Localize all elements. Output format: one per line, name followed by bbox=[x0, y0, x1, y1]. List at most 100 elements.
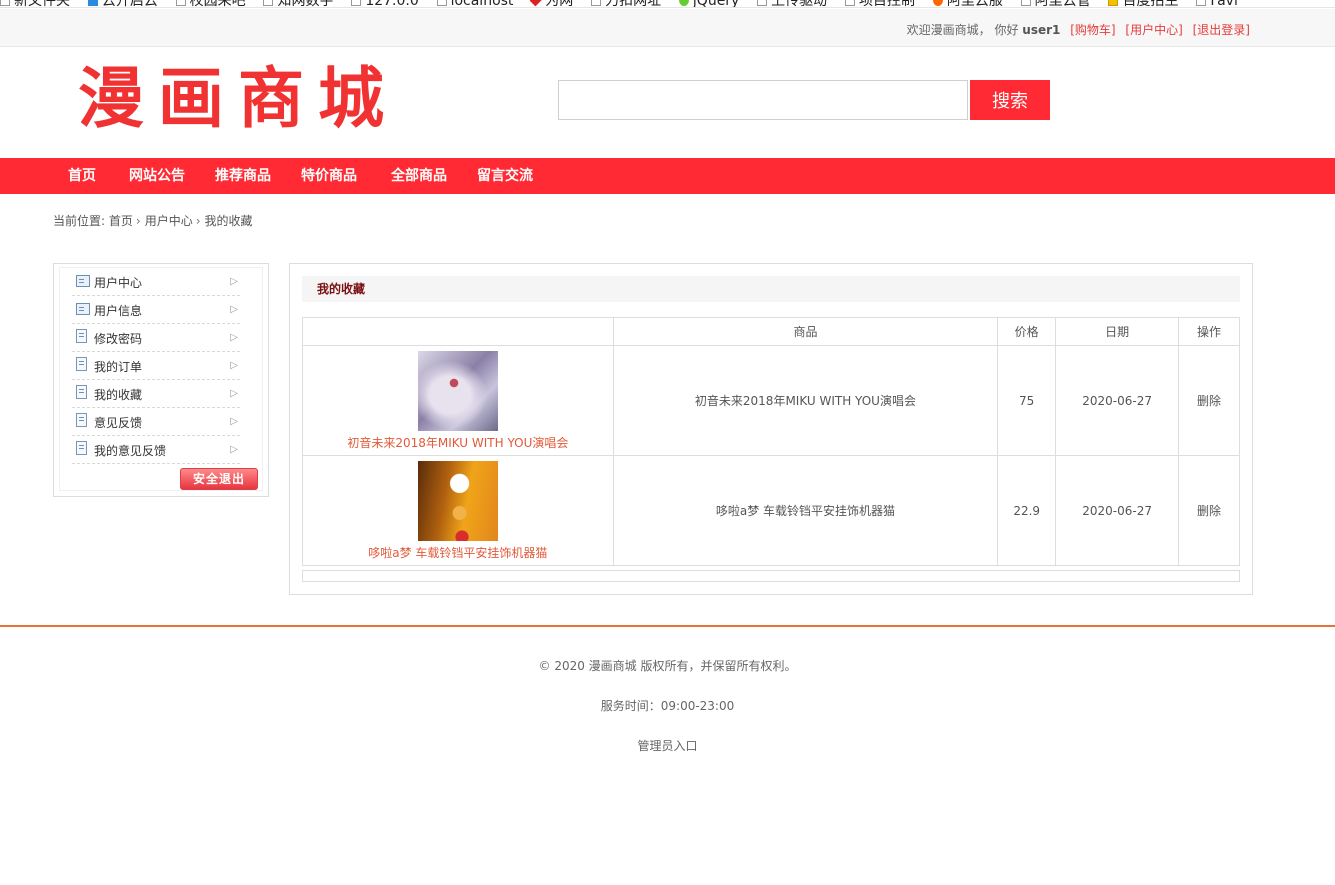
bookmarks-bar: 新文件夹 云开启云 校园采吧 知网数字 127.0.0 localhost 为网… bbox=[0, 0, 1335, 8]
jquery-icon bbox=[678, 0, 689, 6]
sidebar-item-label: 我的意见反馈 bbox=[94, 444, 167, 458]
bookmark[interactable]: jQuery bbox=[678, 0, 739, 7]
service-hours-text: 服务时间：09:00-23:00 bbox=[600, 699, 735, 713]
page-icon bbox=[263, 0, 274, 6]
page-icon bbox=[1196, 0, 1207, 6]
sidebar-item-label: 我的订单 bbox=[94, 360, 143, 374]
delete-button[interactable]: 删除 bbox=[1178, 345, 1240, 456]
welcome-text: 欢迎漫画商城， bbox=[906, 23, 991, 37]
bookmark[interactable]: localhost bbox=[436, 0, 513, 7]
table-header-row: 商品 价格 日期 操作 bbox=[302, 317, 1240, 346]
bookmark[interactable]: 新文件夹 bbox=[0, 0, 70, 7]
product-thumbnail[interactable] bbox=[417, 460, 498, 541]
footer-divider bbox=[0, 625, 1335, 627]
table-pagination-bar bbox=[302, 570, 1240, 582]
id-card-icon bbox=[76, 303, 90, 315]
chevron-right-icon: ▷ bbox=[230, 360, 238, 371]
sidebar-item-user-center[interactable]: 用户中心 ▷ bbox=[72, 268, 240, 296]
breadcrumb-user-center[interactable]: 用户中心 bbox=[145, 214, 193, 228]
sidebar-menu: 用户中心 ▷ 用户信息 ▷ 修改密码 ▷ 我的订单 ▷ 我的收藏 ▷ 意见反馈 … bbox=[59, 267, 263, 491]
top-info-bar: 欢迎漫画商城， 你好 user1 [购物车] [用户中心] [退出登录] bbox=[0, 9, 1335, 47]
chevron-right-icon: ▷ bbox=[230, 304, 238, 315]
sidebar-item-user-info[interactable]: 用户信息 ▷ bbox=[72, 296, 240, 324]
bookmark[interactable]: 上传驱动 bbox=[757, 0, 827, 7]
document-icon bbox=[76, 357, 87, 371]
breadcrumb-current: 我的收藏 bbox=[204, 214, 253, 228]
product-name: 初音未来2018年MIKU WITH YOU演唱会 bbox=[612, 345, 999, 456]
cloud-icon bbox=[87, 0, 98, 6]
nav-item-messages[interactable]: 留言交流 bbox=[477, 158, 533, 194]
bookmark[interactable]: 阿里云服 bbox=[932, 0, 1003, 7]
favorites-table: 商品 价格 日期 操作 初音未来2018年MIKU WITH YOU演唱会 初音… bbox=[302, 317, 1240, 566]
product-price: 75 bbox=[997, 345, 1057, 456]
nav-item-home[interactable]: 首页 bbox=[68, 158, 96, 194]
nav-item-all-products[interactable]: 全部商品 bbox=[391, 158, 447, 194]
breadcrumb-home[interactable]: 首页 bbox=[109, 214, 133, 228]
cart-link[interactable]: [购物车] bbox=[1070, 23, 1115, 37]
username: user1 bbox=[1022, 23, 1061, 37]
copyright-text: © 2020 漫画商城 版权所有，并保留所有权利。 bbox=[538, 659, 797, 673]
product-name: 哆啦a梦 车载铃铛平安挂饰机器猫 bbox=[612, 455, 999, 566]
favorite-date: 2020-06-27 bbox=[1055, 345, 1180, 456]
product-price: 22.9 bbox=[997, 455, 1057, 566]
column-header-date: 日期 bbox=[1055, 317, 1180, 346]
panel-title: 我的收藏 bbox=[302, 276, 1240, 302]
page-icon bbox=[351, 0, 362, 6]
bookmark[interactable]: 校园采吧 bbox=[175, 0, 246, 7]
sidebar-item-change-password[interactable]: 修改密码 ▷ bbox=[72, 324, 240, 352]
admin-entry-link[interactable]: 管理员入口 bbox=[637, 739, 697, 753]
admin-entry: 管理员入口 bbox=[0, 737, 1335, 754]
bookmark[interactable]: 知网数字 bbox=[263, 0, 333, 7]
search-input[interactable] bbox=[558, 80, 968, 120]
user-greeting: 欢迎漫画商城， 你好 user1 [购物车] [用户中心] [退出登录] bbox=[907, 9, 1250, 47]
chevron-right-icon: › bbox=[195, 214, 201, 228]
sidebar-item-label: 我的收藏 bbox=[94, 388, 143, 402]
bookmark[interactable]: 阿里云管 bbox=[1020, 0, 1091, 7]
sidebar-item-my-favorites[interactable]: 我的收藏 ▷ bbox=[72, 380, 240, 408]
logout-link[interactable]: [退出登录] bbox=[1193, 23, 1250, 37]
chevron-right-icon: › bbox=[135, 214, 141, 228]
search-button[interactable]: 搜索 bbox=[970, 80, 1050, 120]
safe-logout-button[interactable]: 安全退出 bbox=[180, 468, 258, 490]
user-sidebar: 用户中心 ▷ 用户信息 ▷ 修改密码 ▷ 我的订单 ▷ 我的收藏 ▷ 意见反馈 … bbox=[53, 263, 269, 497]
bookmark[interactable]: 127.0.0 bbox=[351, 0, 419, 7]
folder-icon bbox=[1108, 0, 1119, 6]
document-icon bbox=[76, 441, 87, 455]
page-icon bbox=[1020, 0, 1031, 6]
product-link[interactable]: 初音未来2018年MIKU WITH YOU演唱会 bbox=[347, 436, 568, 450]
bookmark[interactable]: 百度招生 bbox=[1108, 0, 1178, 7]
bookmark[interactable]: Favi bbox=[1196, 0, 1238, 7]
folder-icon bbox=[0, 0, 10, 6]
chevron-right-icon: ▷ bbox=[230, 276, 238, 287]
bookmark[interactable]: 云开启云 bbox=[87, 0, 158, 7]
bookmark[interactable]: 为网 bbox=[530, 0, 573, 7]
id-card-icon bbox=[76, 275, 90, 287]
hello-text: 你好 bbox=[994, 23, 1019, 37]
sidebar-item-label: 用户信息 bbox=[94, 304, 143, 318]
delete-button[interactable]: 删除 bbox=[1178, 455, 1240, 566]
page-icon bbox=[175, 0, 186, 6]
page-icon bbox=[845, 0, 855, 6]
nav-item-recommended[interactable]: 推荐商品 bbox=[215, 158, 271, 194]
sidebar-item-my-feedback[interactable]: 我的意见反馈 ▷ bbox=[72, 436, 240, 464]
aliyun-icon bbox=[932, 0, 943, 6]
nav-item-announcements[interactable]: 网站公告 bbox=[129, 158, 185, 194]
product-link[interactable]: 哆啦a梦 车载铃铛平安挂饰机器猫 bbox=[368, 546, 547, 560]
product-image-cell: 初音未来2018年MIKU WITH YOU演唱会 bbox=[302, 345, 614, 456]
column-header-image bbox=[302, 317, 614, 346]
nav-item-specials[interactable]: 特价商品 bbox=[301, 158, 357, 194]
user-center-link[interactable]: [用户中心] bbox=[1125, 23, 1182, 37]
product-image-cell: 哆啦a梦 车载铃铛平安挂饰机器猫 bbox=[302, 455, 614, 566]
bookmark[interactable]: 项目控制 bbox=[845, 0, 915, 7]
sidebar-item-my-orders[interactable]: 我的订单 ▷ bbox=[72, 352, 240, 380]
main-nav: 首页 网站公告 推荐商品 特价商品 全部商品 留言交流 bbox=[0, 158, 1335, 194]
page-icon bbox=[757, 0, 768, 6]
bookmark[interactable]: 力扣网址 bbox=[591, 0, 661, 7]
table-row: 初音未来2018年MIKU WITH YOU演唱会 初音未来2018年MIKU … bbox=[302, 345, 1240, 456]
column-header-product: 商品 bbox=[612, 317, 999, 346]
document-icon bbox=[76, 413, 87, 427]
chevron-right-icon: ▷ bbox=[230, 416, 238, 427]
sidebar-item-feedback[interactable]: 意见反馈 ▷ bbox=[72, 408, 240, 436]
product-thumbnail[interactable] bbox=[417, 350, 498, 431]
site-logo[interactable]: 漫画商城 bbox=[78, 64, 388, 134]
